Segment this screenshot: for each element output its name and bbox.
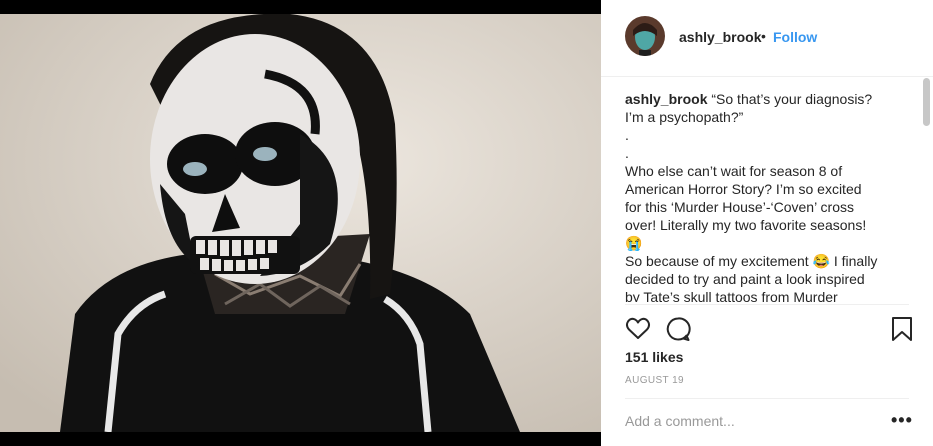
comment-icon[interactable] [665,316,691,342]
likes-count[interactable]: 151 likes [625,349,683,365]
follow-button[interactable]: Follow [773,29,817,45]
caption-line: . [625,127,629,143]
caption-line: Who else can’t wait for season 8 of [625,163,843,179]
caption-line-1: ashly_brook “So that’s your diagnosis? [625,90,905,108]
photo-area [0,0,601,446]
caption-line: I’m a psychopath?” [625,109,744,125]
caption-line: . [625,145,629,161]
caption: ashly_brook “So that’s your diagnosis? I… [625,90,905,302]
post-header: ashly_brook • Follow [601,0,933,77]
caption-line: for this ‘Murder House’-‘Coven’ cross [625,199,854,215]
avatar-image [625,16,665,56]
caption-username[interactable]: ashly_brook [625,91,707,107]
heart-icon[interactable] [625,316,651,342]
avatar[interactable] [625,16,665,56]
caption-line: American Horror Story? I’m so excited [625,181,862,197]
instagram-post: ashly_brook • Follow ashly_brook “So tha… [0,0,933,446]
action-bar [625,316,915,342]
caption-line: So because of my excitement 😂 I finally [625,253,878,269]
caption-line: by Tate’s skull tattoos from Murder [625,289,838,302]
separator-dot: • [761,28,766,44]
caption-text: “So that’s your diagnosis? [711,91,873,107]
post-date[interactable]: AUGUST 19 [625,375,684,386]
post-details-panel: ashly_brook • Follow ashly_brook “So tha… [601,0,933,446]
caption-scrollbar-thumb[interactable] [923,78,930,126]
caption-line: 😭 [625,235,643,251]
post-photo[interactable] [0,14,601,432]
divider [625,304,909,305]
header-username[interactable]: ashly_brook [679,29,761,45]
caption-line: decided to try and paint a look inspired [625,271,865,287]
bookmark-icon[interactable] [889,316,915,342]
more-options-icon[interactable]: ••• [891,411,913,429]
divider [625,398,909,399]
caption-line: over! Literally my two favorite seasons! [625,217,867,233]
comment-input[interactable] [625,412,875,430]
